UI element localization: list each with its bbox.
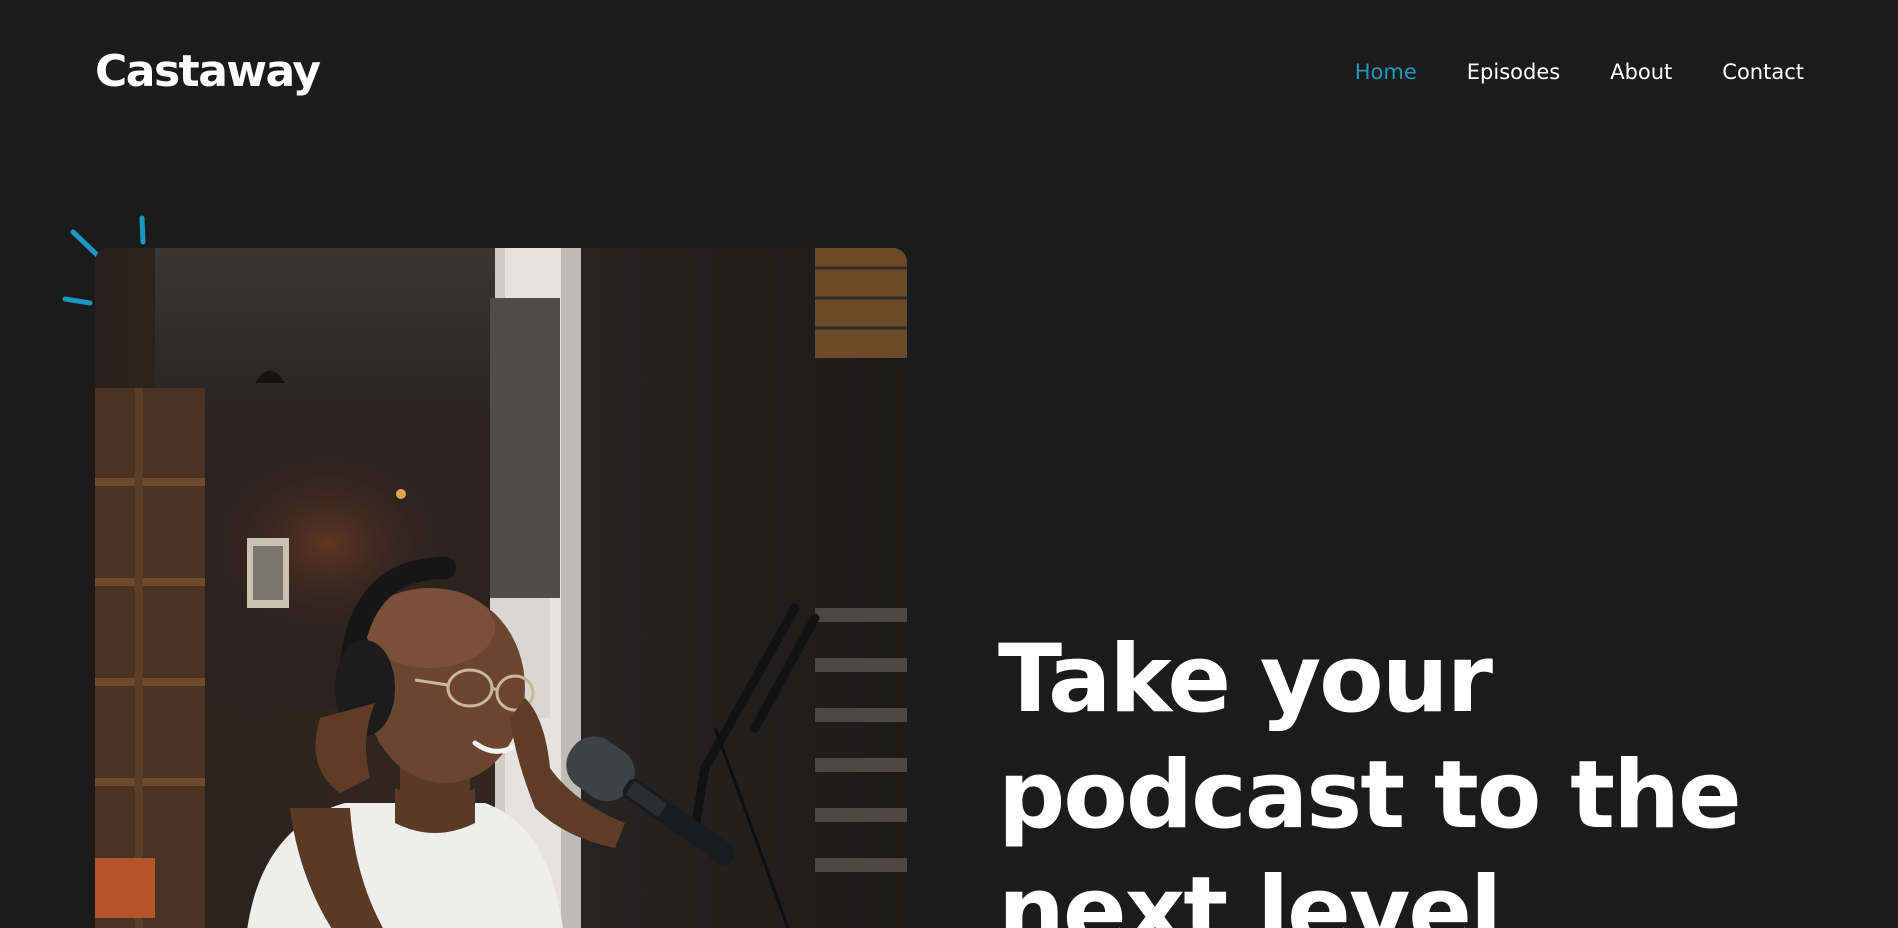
headline-line-1: Take your [998,625,1493,734]
hero-headline: Take your podcast to the next level [998,622,1818,928]
page: Castaway Home Episodes About Contact Tak… [0,0,1898,928]
nav-item-about[interactable]: About [1610,60,1672,85]
hero-photo [95,248,907,928]
nav-item-episodes[interactable]: Episodes [1467,60,1560,85]
nav-item-home[interactable]: Home [1355,60,1417,85]
nav-item-contact[interactable]: Contact [1722,60,1804,85]
logo-link[interactable]: Castaway [95,47,321,96]
main-nav: Home Episodes About Contact [1355,60,1804,85]
podcast-host-illustration [95,248,907,928]
headline-line-2: podcast to the [998,741,1742,850]
headline-line-3: next level [998,857,1502,928]
